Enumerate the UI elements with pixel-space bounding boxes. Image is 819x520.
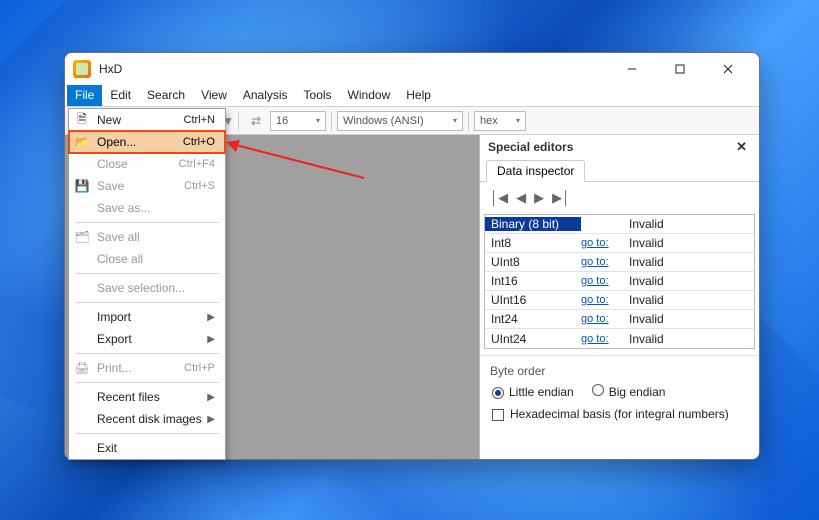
separator bbox=[75, 302, 219, 303]
minimize-button[interactable] bbox=[609, 55, 655, 83]
di-row-uint24[interactable]: UInt24 go to: Invalid bbox=[485, 329, 754, 348]
separator bbox=[238, 111, 239, 131]
tab-data-inspector[interactable]: Data inspector bbox=[486, 160, 585, 182]
menu-import[interactable]: Import ▶ bbox=[69, 306, 225, 328]
menu-tools[interactable]: Tools bbox=[296, 85, 340, 106]
menu-new[interactable]: 🗎 New Ctrl+N bbox=[69, 109, 225, 131]
close-panel-button[interactable]: ✕ bbox=[732, 139, 751, 155]
radio-little-endian[interactable]: Little endian bbox=[492, 385, 574, 399]
base-value: hex bbox=[480, 115, 512, 127]
print-icon: 🖨 bbox=[74, 360, 90, 376]
di-row-int24[interactable]: Int24 go to: Invalid bbox=[485, 310, 754, 329]
separator bbox=[75, 273, 219, 274]
menu-exit[interactable]: Exit bbox=[69, 437, 225, 459]
menu-save-all: 🗂 Save all bbox=[69, 226, 225, 248]
special-editors-title: Special editors bbox=[488, 140, 573, 154]
save-all-icon: 🗂 bbox=[74, 229, 90, 245]
nav-toolbar: │◀ ◀ ▶ ▶│ bbox=[480, 182, 759, 214]
new-file-icon: 🗎 bbox=[74, 112, 90, 128]
di-row-int16[interactable]: Int16 go to: Invalid bbox=[485, 272, 754, 291]
arrows-icon[interactable]: ⇄ bbox=[244, 110, 268, 132]
checkbox-hex-basis[interactable]: Hexadecimal basis (for integral numbers) bbox=[492, 407, 729, 421]
menu-recent-disk-images[interactable]: Recent disk images ▶ bbox=[69, 408, 225, 430]
chevron-right-icon: ▶ bbox=[207, 334, 215, 345]
open-folder-icon: 📂 bbox=[74, 134, 90, 150]
di-row-uint8[interactable]: UInt8 go to: Invalid bbox=[485, 253, 754, 272]
menu-save: 💾 Save Ctrl+S bbox=[69, 175, 225, 197]
tab-row: Data inspector bbox=[480, 159, 759, 182]
separator bbox=[331, 111, 332, 131]
special-editors-panel: Special editors ✕ Data inspector │◀ ◀ ▶ … bbox=[479, 135, 759, 459]
encoding-value: Windows (ANSI) bbox=[343, 115, 449, 127]
separator bbox=[75, 222, 219, 223]
titlebar: HxD bbox=[65, 53, 759, 85]
prev-icon[interactable]: ◀ bbox=[516, 190, 526, 206]
base-combo[interactable]: hex▾ bbox=[474, 111, 526, 131]
next-icon[interactable]: ▶ bbox=[534, 190, 544, 206]
menu-analysis[interactable]: Analysis bbox=[235, 85, 296, 106]
close-button[interactable] bbox=[705, 55, 751, 83]
data-inspector-table: Binary (8 bit) Invalid Int8 go to: Inval… bbox=[484, 214, 755, 349]
chevron-right-icon: ▶ bbox=[207, 414, 215, 425]
menubar: File Edit Search View Analysis Tools Win… bbox=[65, 85, 759, 107]
di-row-int8[interactable]: Int8 go to: Invalid bbox=[485, 234, 754, 253]
menu-window[interactable]: Window bbox=[340, 85, 399, 106]
menu-close: Close Ctrl+F4 bbox=[69, 153, 225, 175]
separator bbox=[75, 353, 219, 354]
bytes-per-row-combo[interactable]: 16▾ bbox=[270, 111, 326, 131]
menu-search[interactable]: Search bbox=[139, 85, 193, 106]
menu-view[interactable]: View bbox=[193, 85, 235, 106]
menu-open[interactable]: 📂 Open... Ctrl+O bbox=[69, 131, 225, 153]
separator bbox=[468, 111, 469, 131]
window-title: HxD bbox=[99, 62, 609, 76]
byte-order-label: Byte order bbox=[480, 355, 759, 382]
menu-file[interactable]: File bbox=[67, 85, 102, 106]
first-icon[interactable]: │◀ bbox=[490, 190, 508, 206]
di-row-binary8[interactable]: Binary (8 bit) Invalid bbox=[485, 215, 754, 234]
menu-edit[interactable]: Edit bbox=[102, 85, 139, 106]
menu-close-all: Close all bbox=[69, 248, 225, 270]
bytes-value: 16 bbox=[276, 115, 312, 127]
menu-print: 🖨 Print... Ctrl+P bbox=[69, 357, 225, 379]
maximize-button[interactable] bbox=[657, 55, 703, 83]
chevron-right-icon: ▶ bbox=[207, 392, 215, 403]
save-icon: 💾 bbox=[74, 178, 90, 194]
chevron-right-icon: ▶ bbox=[207, 312, 215, 323]
menu-help[interactable]: Help bbox=[398, 85, 439, 106]
menu-recent-files[interactable]: Recent files ▶ bbox=[69, 386, 225, 408]
radio-big-endian[interactable]: Big endian bbox=[592, 384, 666, 399]
menu-save-selection: Save selection... bbox=[69, 277, 225, 299]
app-icon bbox=[73, 60, 91, 78]
menu-save-as: Save as... bbox=[69, 197, 225, 219]
file-menu-dropdown: 🗎 New Ctrl+N 📂 Open... Ctrl+O Close Ctrl… bbox=[68, 108, 226, 460]
separator bbox=[75, 382, 219, 383]
separator bbox=[75, 433, 219, 434]
encoding-combo[interactable]: Windows (ANSI)▾ bbox=[337, 111, 463, 131]
last-icon[interactable]: ▶│ bbox=[552, 190, 570, 206]
menu-export[interactable]: Export ▶ bbox=[69, 328, 225, 350]
di-row-uint16[interactable]: UInt16 go to: Invalid bbox=[485, 291, 754, 310]
